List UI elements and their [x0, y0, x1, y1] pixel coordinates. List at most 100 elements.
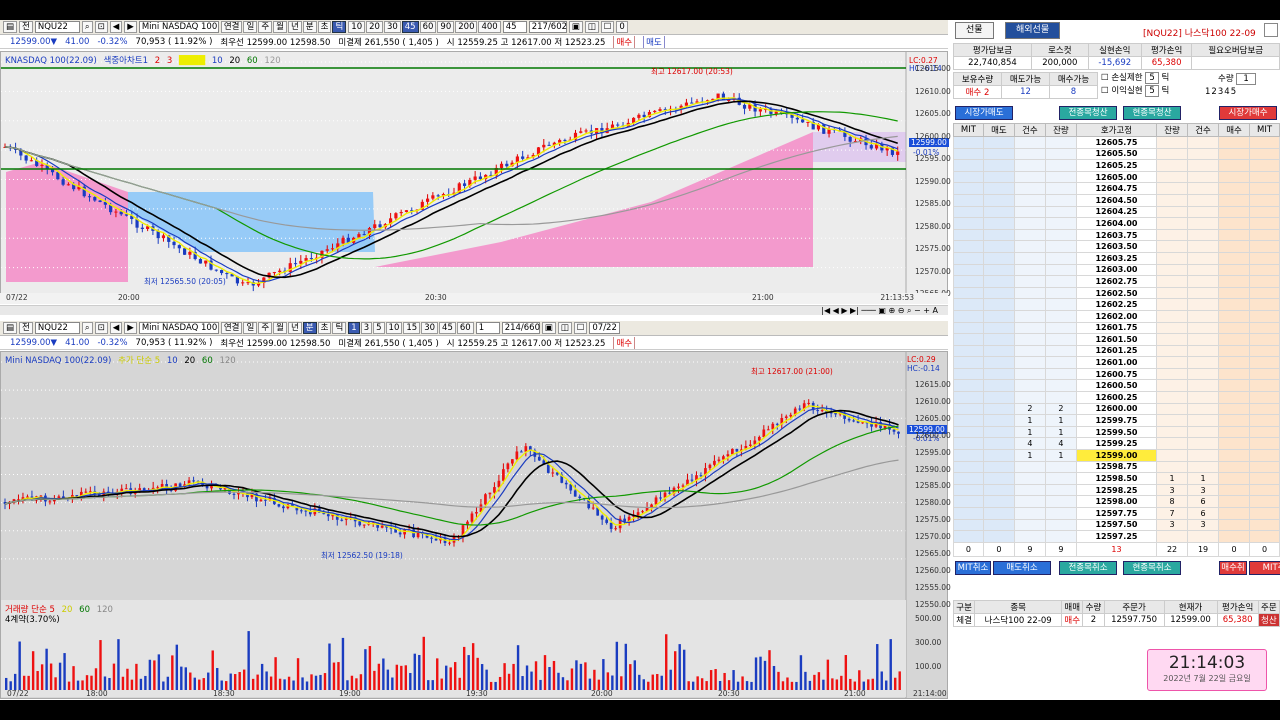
book-price[interactable]: 12602.25	[1075, 298, 1158, 311]
book-row[interactable]: 12597.75 7 6	[953, 507, 1280, 520]
book-cell[interactable]	[1156, 136, 1189, 149]
book-price[interactable]: 12602.75	[1075, 275, 1158, 288]
period-button-1[interactable]: 일	[243, 21, 258, 33]
book-cell[interactable]: 3	[1187, 518, 1220, 532]
book-cell[interactable]	[1013, 147, 1046, 161]
book-cell[interactable]	[1249, 518, 1280, 532]
period-button-6[interactable]: 초	[317, 322, 332, 334]
book-cell[interactable]	[982, 251, 1015, 265]
book-cell[interactable]	[982, 136, 1015, 149]
book-cell[interactable]	[1013, 217, 1046, 230]
book-cell[interactable]: 1	[1044, 449, 1077, 462]
book-cell[interactable]	[953, 182, 984, 195]
book-cell[interactable]	[1156, 379, 1189, 393]
book-price[interactable]: 12597.75	[1075, 507, 1158, 520]
book-cell[interactable]	[982, 147, 1015, 161]
book-cell[interactable]	[1156, 321, 1189, 335]
period-button-6[interactable]: 초	[317, 21, 332, 33]
book-cell[interactable]: 1	[1013, 425, 1046, 439]
book-price[interactable]: 12598.50	[1075, 472, 1158, 485]
book-cell[interactable]	[982, 425, 1015, 439]
book-cell[interactable]	[1249, 298, 1280, 311]
book-cell[interactable]	[1249, 205, 1280, 219]
book-price[interactable]: 12605.00	[1075, 170, 1158, 184]
book-cell[interactable]	[953, 530, 984, 543]
book-cell[interactable]	[953, 437, 984, 451]
book-cell[interactable]	[1187, 321, 1220, 335]
book-row[interactable]: 12601.50	[953, 333, 1280, 346]
book-cell[interactable]	[953, 147, 984, 161]
book-cell[interactable]	[1044, 217, 1077, 230]
book-cell[interactable]	[1156, 228, 1189, 242]
book-cell[interactable]	[1249, 275, 1280, 288]
book-cell[interactable]	[1249, 425, 1280, 439]
book-cell[interactable]	[1156, 263, 1189, 277]
book-cell[interactable]	[1156, 182, 1189, 195]
book-cell[interactable]	[1013, 228, 1046, 242]
search-icon[interactable]: ⌕	[81, 322, 93, 334]
book-cell[interactable]	[1187, 205, 1220, 219]
book-cell[interactable]: 8	[1156, 495, 1189, 508]
book-row[interactable]: 12597.50 3 3	[953, 518, 1280, 532]
book-cell[interactable]	[953, 170, 984, 184]
tick-button-6[interactable]: 200	[455, 21, 478, 33]
book-cell[interactable]	[1013, 507, 1046, 520]
book-cell[interactable]	[1249, 483, 1280, 497]
book-cell[interactable]	[1218, 449, 1251, 462]
book-cell[interactable]	[1156, 460, 1189, 474]
book-cell[interactable]	[1249, 309, 1280, 323]
minute-button-5[interactable]: 30	[421, 322, 439, 334]
book-price[interactable]: 12602.50	[1075, 286, 1158, 300]
book-cell[interactable]: 6	[1187, 507, 1220, 520]
minute-button-2[interactable]: 5	[373, 322, 385, 334]
book-cell[interactable]	[1187, 333, 1220, 346]
book-cell[interactable]	[1187, 425, 1220, 439]
book-price[interactable]: 12598.00	[1075, 495, 1158, 508]
book-cell[interactable]	[982, 309, 1015, 323]
book-cell[interactable]	[1249, 159, 1280, 172]
book-cell[interactable]	[1156, 275, 1189, 288]
book-cell[interactable]	[953, 344, 984, 358]
book-cell[interactable]	[953, 205, 984, 219]
book-cell[interactable]	[1249, 228, 1280, 242]
book-cell[interactable]	[1187, 251, 1220, 265]
book-price[interactable]: 12600.50	[1075, 379, 1158, 393]
book-cell[interactable]	[1218, 298, 1251, 311]
book-cell[interactable]	[982, 379, 1015, 393]
book-cell[interactable]	[1044, 309, 1077, 323]
book-cell[interactable]	[1013, 460, 1046, 474]
book-cell[interactable]	[1249, 321, 1280, 335]
book-price[interactable]: 12603.25	[1075, 251, 1158, 265]
book-cell[interactable]	[982, 460, 1015, 474]
book-cell[interactable]	[1249, 217, 1280, 230]
book-cell[interactable]	[982, 159, 1015, 172]
tick-button-2[interactable]: 30	[383, 21, 401, 33]
prev-icon[interactable]: ◀	[109, 21, 123, 33]
tab-futures[interactable]: 선물	[955, 22, 994, 39]
book-cell[interactable]	[1156, 414, 1189, 427]
book-row[interactable]: 12598.25 3 3	[953, 483, 1280, 497]
book-price[interactable]: 12599.50	[1075, 425, 1158, 439]
book-cell[interactable]: 1	[1013, 414, 1046, 427]
book-cell[interactable]	[1013, 275, 1046, 288]
order-button-0[interactable]: MIT취소	[955, 561, 991, 575]
book-price[interactable]: 12603.50	[1075, 240, 1158, 253]
book-price[interactable]: 12599.75	[1075, 414, 1158, 427]
book-cell[interactable]	[1187, 182, 1220, 195]
minute-button-6[interactable]: 45	[439, 322, 456, 334]
book-cell[interactable]	[982, 483, 1015, 497]
book-cell[interactable]	[1187, 228, 1220, 242]
book-cell[interactable]	[1218, 483, 1251, 497]
book-price[interactable]: 12605.25	[1075, 159, 1158, 172]
order-button-2[interactable]: 전종목취소	[1059, 561, 1117, 575]
order-button-5[interactable]: MIT취소	[1249, 561, 1280, 575]
save-icon[interactable]: ▣	[568, 21, 583, 33]
book-row[interactable]: 12601.75	[953, 321, 1280, 335]
book-cell[interactable]	[1156, 286, 1189, 300]
book-cell[interactable]	[953, 518, 984, 532]
book-cell[interactable]	[1218, 217, 1251, 230]
book-cell[interactable]	[982, 228, 1015, 242]
prev-icon[interactable]: ◀	[109, 322, 123, 334]
book-cell[interactable]	[1044, 159, 1077, 172]
book-cell[interactable]	[1218, 402, 1251, 416]
